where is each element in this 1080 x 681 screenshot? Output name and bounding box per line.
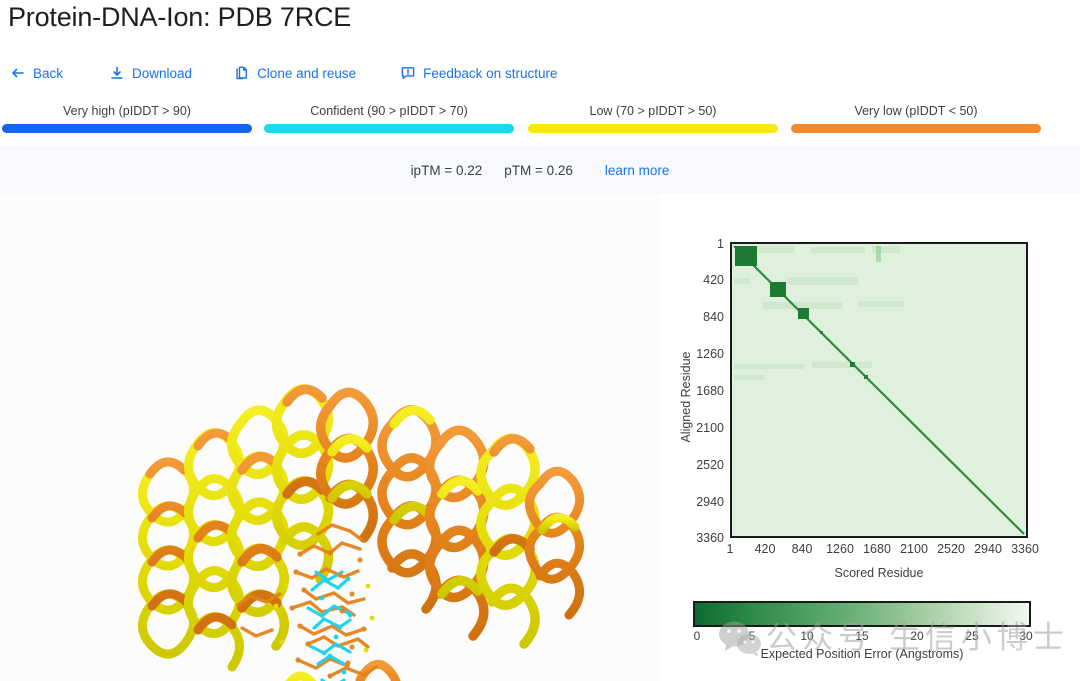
colorbar-tick: 20 [910,629,924,643]
pae-panel: Aligned Residue 1 420 840 1260 1680 2100… [660,194,1080,681]
pae-y-tick: 3360 [696,531,724,545]
pae-x-tick: 2940 [974,542,1002,556]
colorbar-tick: 25 [965,629,979,643]
pae-y-tick: 2100 [696,421,724,435]
pae-colorbar [693,601,1031,627]
pae-y-tick: 1260 [696,347,724,361]
feedback-icon [400,65,416,81]
plddt-bar-confident [264,124,514,133]
pae-x-tick: 3360 [1011,542,1039,556]
colorbar-tick: 10 [800,629,814,643]
pae-colorbar-group: 0 5 10 15 20 25 30 Expected Position Err… [693,601,1033,661]
plddt-bar-low [528,124,778,133]
pae-x-tick: 2520 [937,542,965,556]
pae-x-tick: 1680 [863,542,891,556]
colorbar-tick: 0 [693,629,701,643]
arrow-left-icon [10,65,26,81]
structure-viewer[interactable] [0,194,660,681]
plddt-legend-item-very-low: Very low (pIDDT < 50) [791,104,1041,138]
pae-x-tick: 1 [726,542,734,556]
download-label: Download [132,65,193,81]
iptm-score: ipTM = 0.22 [410,162,483,178]
pae-x-tick: 2100 [900,542,928,556]
pae-y-tick: 2520 [696,458,724,472]
pae-x-tick: 840 [791,542,813,556]
pae-heatmap-svg [732,244,1026,536]
plddt-legend-item-low: Low (70 > pIDDT > 50) [528,104,778,138]
colorbar-tick: 5 [748,629,756,643]
pae-x-tick: 420 [754,542,776,556]
colorbar-tick: 15 [855,629,869,643]
copy-icon [234,65,250,81]
feedback-on-structure-label: Feedback on structure [423,65,558,81]
download-icon [109,65,125,81]
pae-y-tick: 2940 [696,495,724,509]
pae-x-tick: 1260 [826,542,854,556]
pae-y-tick: 1680 [696,384,724,398]
feedback-on-structure-button[interactable]: Feedback on structure [400,65,557,81]
colorbar-label: Expected Position Error (Angstroms) [760,647,964,661]
download-button[interactable]: Download [109,65,192,81]
score-strip: ipTM = 0.22 pTM = 0.26 learn more [0,146,1080,194]
pae-x-axis-label: Scored Residue [834,566,924,580]
plddt-legend-item-very-high: Very high (pIDDT > 90) [2,104,252,138]
plddt-legend: Very high (pIDDT > 90) Confident (90 > p… [0,104,1080,138]
page-title: Protein-DNA-Ion: PDB 7RCE [8,2,352,32]
pae-y-tick: 1 [717,237,724,251]
ptm-score: pTM = 0.26 [504,162,573,178]
plddt-legend-item-confident: Confident (90 > pIDDT > 70) [264,104,514,138]
plddt-label-very-high: Very high (pIDDT > 90) [63,104,191,118]
pae-heatmap[interactable] [730,242,1028,538]
back-label: Back [33,65,64,81]
pae-y-tick: 840 [703,310,724,324]
back-button[interactable]: Back [10,65,63,81]
plddt-label-low: Low (70 > pIDDT > 50) [589,104,717,118]
clone-and-reuse-label: Clone and reuse [257,65,357,81]
plddt-label-very-low: Very low (pIDDT < 50) [854,104,978,118]
clone-and-reuse-button[interactable]: Clone and reuse [234,65,356,81]
plddt-label-confident: Confident (90 > pIDDT > 70) [310,104,468,118]
colorbar-tick: 30 [1019,629,1033,643]
plddt-bar-very-high [2,124,252,133]
protein-ribbon-render [138,384,584,681]
toolbar: Back Download Clone and reuse Feedback o… [10,60,557,86]
plddt-bar-very-low [791,124,1041,133]
learn-more-link[interactable]: learn more [605,163,670,178]
pae-y-tick: 420 [703,273,724,287]
